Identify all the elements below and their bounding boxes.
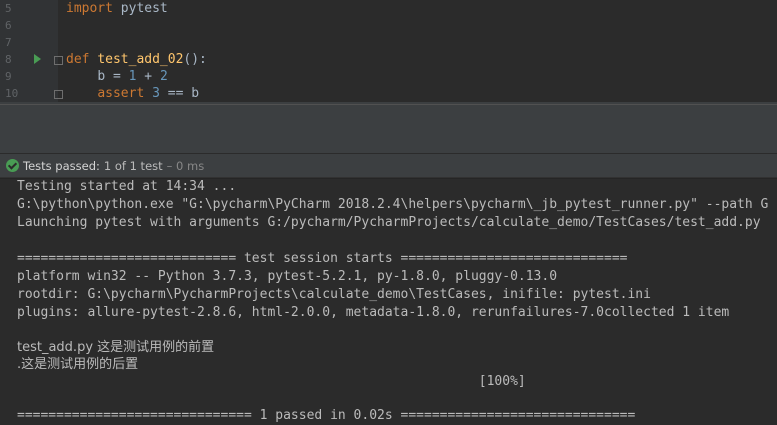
code-text: assert 3 == b bbox=[66, 85, 199, 102]
console-line: plugins: allure-pytest-2.8.6, html-2.0.0… bbox=[17, 305, 730, 320]
console-line: .这是测试用例的后置 bbox=[17, 357, 139, 372]
panel-splitter[interactable] bbox=[0, 104, 777, 154]
test-status-bar: Tests passed: 1 of 1 test – 0 ms bbox=[0, 154, 777, 178]
code-token: (): bbox=[183, 52, 207, 67]
keyword: def bbox=[66, 52, 90, 67]
check-circle-icon bbox=[6, 159, 19, 172]
divider bbox=[0, 102, 777, 104]
console-line: Testing started at 14:34 ... bbox=[17, 179, 237, 194]
number-literal: 3 bbox=[152, 86, 160, 101]
console-line: ============================ test sessio… bbox=[17, 251, 628, 266]
code-text: def test_add_02(): bbox=[66, 51, 207, 68]
console-line: platform win32 -- Python 3.7.3, pytest-5… bbox=[17, 269, 558, 284]
status-count: 1 of 1 test bbox=[103, 158, 163, 173]
code-text: b = 1 + 2 bbox=[97, 69, 168, 84]
fold-icon[interactable] bbox=[54, 56, 63, 65]
code-token: == b bbox=[159, 86, 200, 101]
line-number: 10 bbox=[5, 87, 19, 100]
code-text: import pytest bbox=[66, 0, 168, 17]
run-test-icon[interactable] bbox=[34, 54, 41, 64]
line-number: 5 bbox=[5, 2, 12, 15]
console-output[interactable]: Testing started at 14:34 ... G:\python\p… bbox=[0, 178, 777, 423]
console-line: test_add.py 这是测试用例的前置 bbox=[17, 340, 215, 355]
line-number: 7 bbox=[5, 36, 12, 49]
status-duration: – 0 ms bbox=[166, 158, 205, 173]
keyword: assert bbox=[97, 86, 145, 101]
console-line: Launching pytest with arguments G:/pycha… bbox=[17, 215, 761, 230]
code-editor[interactable]: 5 import pytest 6 7 8 def test_add_02():… bbox=[0, 0, 777, 104]
console-line: G:\python\python.exe "G:\pycharm\PyCharm… bbox=[17, 197, 769, 212]
line-number: 8 bbox=[5, 53, 12, 66]
variable: b bbox=[97, 69, 106, 84]
console-line: [100%] bbox=[17, 374, 526, 389]
line-number: 9 bbox=[5, 70, 12, 83]
fold-icon[interactable] bbox=[54, 90, 63, 99]
line-number: 6 bbox=[5, 19, 12, 32]
console-line: ============================== 1 passed … bbox=[17, 408, 636, 423]
function-name: test_add_02 bbox=[97, 52, 184, 67]
keyword: import bbox=[66, 1, 113, 16]
status-label: Tests passed: bbox=[23, 158, 100, 173]
number-literal: 2 bbox=[159, 69, 168, 84]
code-token: pytest bbox=[112, 1, 168, 16]
console-line: rootdir: G:\pycharm\PycharmProjects\calc… bbox=[17, 287, 651, 302]
